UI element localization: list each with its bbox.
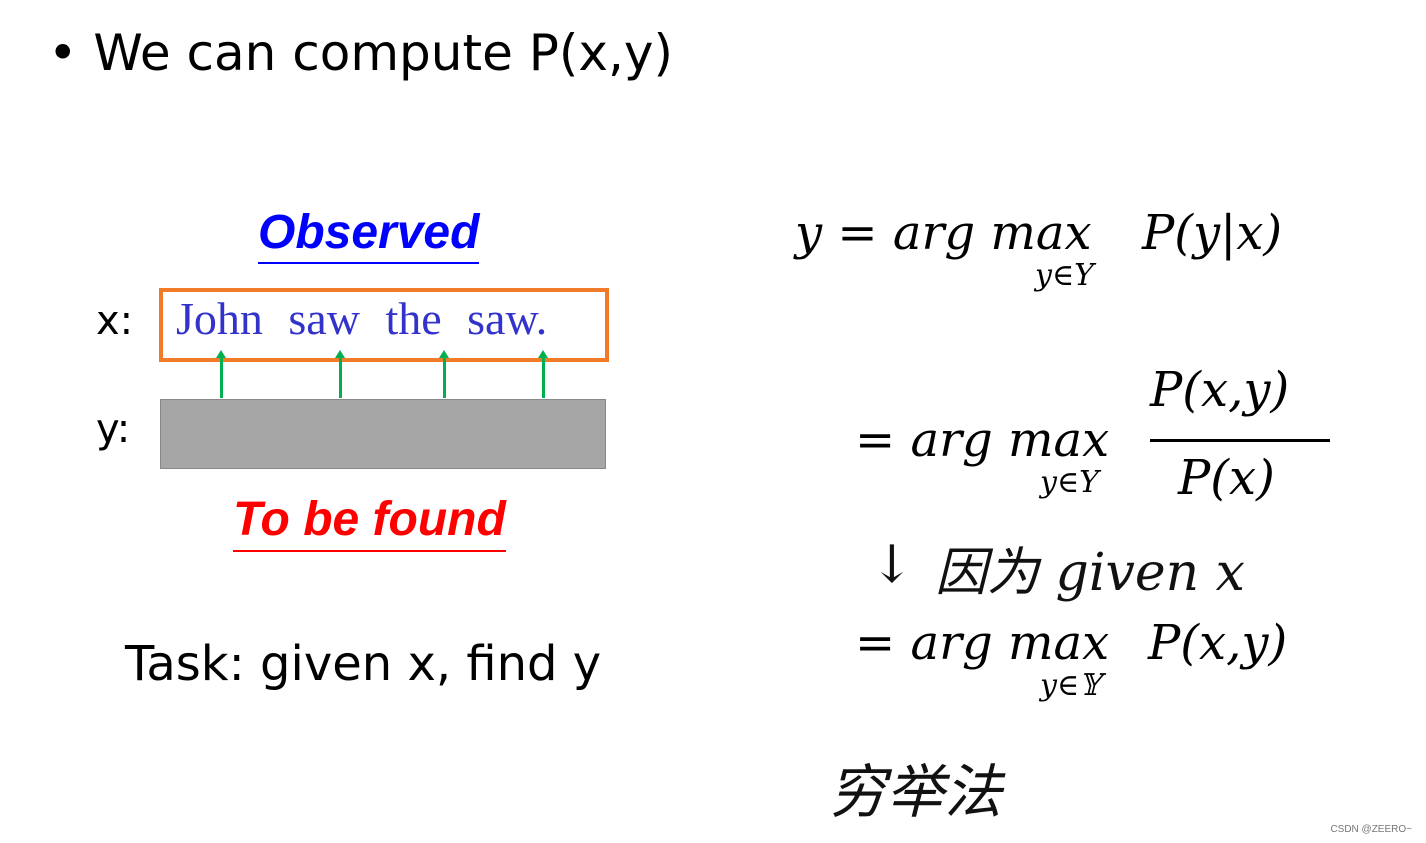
word: saw. xyxy=(467,293,548,344)
word: saw xyxy=(288,293,360,344)
fraction-bar xyxy=(1150,439,1330,442)
watermark: CSDN @ZEERO~ xyxy=(1330,824,1412,835)
handwritten-note-given-x: 因为 given x xyxy=(935,543,1245,603)
eq1-sub: y∈Y xyxy=(1035,258,1094,293)
observed-label: Observed xyxy=(258,204,480,264)
eq2-lhs: = arg max xyxy=(855,412,1110,468)
up-arrow-icon xyxy=(335,350,345,398)
eq3-lhs: = arg max xyxy=(855,615,1110,671)
bullet-text: We can compute P(x,y) xyxy=(93,24,673,82)
bullet-heading: • We can compute P(x,y) xyxy=(48,24,673,82)
eq3-rhs: P(x,y) xyxy=(1148,615,1288,671)
eq2-sub: y∈Y xyxy=(1040,465,1099,500)
handwritten-note-exhaustive: 穷举法 xyxy=(828,758,1003,826)
up-arrow-icon xyxy=(216,350,226,398)
eq3-sub: y∈𝕐 xyxy=(1040,668,1101,703)
to-be-found-label: To be found xyxy=(233,490,506,552)
up-arrow-icon xyxy=(538,350,548,398)
word: the xyxy=(385,293,442,344)
y-label: y: xyxy=(96,406,131,452)
sentence-words: John saw the saw. xyxy=(176,292,547,345)
task-text: Task: given x, find y xyxy=(125,636,602,692)
down-arrow-icon: ↓ xyxy=(870,535,914,595)
eq2-denominator: P(x) xyxy=(1178,450,1275,506)
y-hidden-box xyxy=(160,399,606,469)
eq1-rhs: P(y|x) xyxy=(1142,205,1283,261)
x-label: x: xyxy=(96,298,134,344)
eq2-numerator: P(x,y) xyxy=(1150,362,1290,418)
eq1-lhs: y = arg max xyxy=(795,205,1092,261)
up-arrow-icon xyxy=(439,350,449,398)
word: John xyxy=(176,293,263,344)
